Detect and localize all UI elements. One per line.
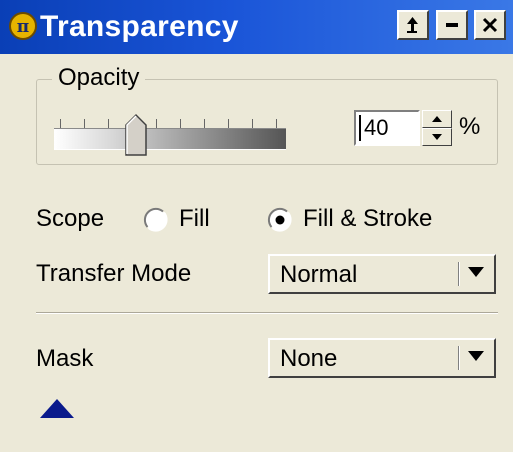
- scope-option-fill-and-stroke-label[interactable]: Fill & Stroke: [303, 204, 432, 234]
- slider-tick: [60, 119, 61, 128]
- collapse-arrow-icon[interactable]: [40, 398, 74, 418]
- minimize-button[interactable]: [436, 10, 468, 40]
- text-caret: [359, 115, 361, 141]
- divider: [36, 312, 498, 314]
- chevron-down-icon[interactable]: [468, 267, 484, 277]
- mask-dropdown[interactable]: None: [268, 338, 496, 378]
- chevron-up-icon: [432, 116, 442, 122]
- transparency-panel: π Transparency Opacity 40 % Scope Fill F…: [0, 0, 513, 452]
- opacity-slider-thumb[interactable]: [124, 113, 148, 157]
- title-bar[interactable]: π Transparency: [0, 0, 513, 54]
- close-icon: [482, 17, 498, 33]
- mask-value: None: [280, 345, 338, 372]
- scope-label: Scope: [36, 205, 105, 232]
- svg-text:π: π: [17, 17, 29, 37]
- opacity-group-label: Opacity: [52, 64, 146, 92]
- slider-tick: [276, 119, 277, 128]
- window-title: Transparency: [40, 10, 239, 43]
- slider-tick: [180, 119, 181, 128]
- close-button[interactable]: [474, 10, 506, 40]
- dropdown-separator: [458, 346, 460, 370]
- transfer-mode-dropdown[interactable]: Normal: [268, 254, 496, 294]
- opacity-unit: %: [459, 113, 481, 140]
- chevron-down-icon: [432, 134, 442, 140]
- opacity-slider-track[interactable]: [54, 128, 286, 150]
- chevron-down-icon[interactable]: [468, 351, 484, 361]
- slider-tick: [108, 119, 109, 128]
- mask-label: Mask: [36, 345, 94, 372]
- transfer-mode-value: Normal: [280, 261, 358, 288]
- slider-tick: [84, 119, 85, 128]
- restore-up-button[interactable]: [397, 10, 429, 40]
- slider-tick: [252, 119, 253, 128]
- slider-tick: [156, 119, 157, 128]
- slider-tick: [228, 119, 229, 128]
- minimize-icon: [446, 23, 458, 27]
- scope-option-fill-label[interactable]: Fill: [179, 204, 210, 234]
- dropdown-separator: [458, 262, 460, 286]
- slider-tick: [204, 119, 205, 128]
- opacity-spinner[interactable]: [422, 110, 452, 146]
- pi-icon: π: [9, 12, 37, 40]
- restore-up-icon: [407, 17, 418, 33]
- spin-down-button[interactable]: [422, 128, 452, 146]
- radio-fill-and-stroke[interactable]: [267, 207, 293, 233]
- opacity-value-input[interactable]: 40: [354, 110, 420, 146]
- radio-fill[interactable]: [143, 207, 169, 233]
- transfer-mode-label: Transfer Mode: [36, 260, 192, 287]
- spin-up-button[interactable]: [422, 110, 452, 128]
